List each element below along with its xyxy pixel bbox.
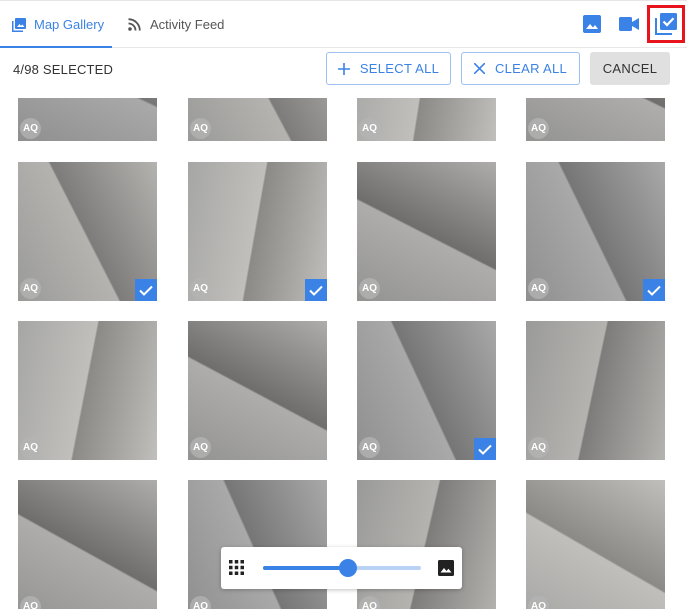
photo-thumbnail [526, 321, 665, 460]
photo-tile[interactable]: AQ [188, 162, 327, 301]
plus-icon [337, 62, 350, 75]
photo-tile[interactable]: AQ [357, 480, 496, 609]
tab-activity-feed-label: Activity Feed [150, 17, 225, 32]
photo-thumbnail [18, 480, 157, 609]
top-bar: Map Gallery Activity Feed [0, 0, 687, 48]
selection-count: 4/98 SELECTED [13, 62, 114, 77]
tab-map-gallery-label: Map Gallery [34, 17, 105, 32]
zoom-slider-handle[interactable] [339, 559, 358, 577]
photo-tile[interactable]: AQ [188, 98, 327, 141]
select-mode-icon [655, 13, 677, 35]
photo-tile[interactable]: AQ [18, 480, 157, 609]
zoom-slider-fill [263, 566, 349, 570]
tab-activity-feed[interactable]: Activity Feed [128, 1, 224, 48]
photo-library-icon [12, 17, 26, 32]
photo-tile[interactable]: AQ [357, 321, 496, 460]
photo-thumbnail [357, 162, 496, 301]
aq-badge: AQ [528, 278, 549, 299]
photo-tile[interactable]: AQ [526, 98, 665, 141]
photo-thumbnail [188, 480, 327, 609]
selected-check-icon [474, 438, 496, 460]
aq-badge: AQ [190, 278, 211, 299]
aq-badge: AQ [359, 118, 380, 139]
zoom-slider[interactable] [263, 559, 421, 577]
aq-badge: AQ [20, 278, 41, 299]
photo-tile[interactable]: AQ [357, 98, 496, 141]
photo-thumbnail [526, 480, 665, 609]
tab-map-gallery[interactable]: Map Gallery [12, 1, 104, 48]
video-filter-button[interactable] [618, 13, 640, 35]
aq-badge: AQ [20, 118, 41, 139]
close-icon [473, 63, 485, 74]
rss-feed-icon [128, 17, 142, 32]
select-mode-button[interactable] [647, 5, 685, 43]
active-tab-indicator [0, 46, 112, 48]
selected-check-icon [643, 279, 665, 301]
aq-badge: AQ [190, 118, 211, 139]
photo-thumbnail [188, 321, 327, 460]
large-image-icon[interactable] [438, 560, 454, 581]
clear-all-label: CLEAR ALL [494, 61, 568, 76]
photo-tile[interactable]: AQ [18, 162, 157, 301]
photo-tile[interactable]: AQ [18, 321, 157, 460]
aq-badge: AQ [20, 437, 41, 458]
photo-tile[interactable]: AQ [526, 480, 665, 609]
photo-tile[interactable]: AQ [188, 480, 327, 609]
selected-check-icon [305, 279, 327, 301]
image-filter-button[interactable] [581, 13, 603, 35]
photo-tile[interactable]: AQ [357, 162, 496, 301]
aq-badge: AQ [359, 278, 380, 299]
photo-tile[interactable]: AQ [188, 321, 327, 460]
photo-tile[interactable]: AQ [526, 321, 665, 460]
photo-grid: AQ AQ AQ AQ AQ AQ AQ AQ AQ AQ AQ AQ AQ AQ AQ AQ [0, 98, 687, 609]
cancel-button[interactable]: CANCEL [590, 52, 670, 85]
select-all-button[interactable]: SELECT ALL [326, 52, 451, 85]
photo-tile[interactable]: AQ [18, 98, 157, 141]
photo-tile[interactable]: AQ [526, 162, 665, 301]
thumbnail-size-control [221, 547, 462, 589]
clear-all-button[interactable]: CLEAR ALL [461, 52, 580, 85]
photo-thumbnail [18, 321, 157, 460]
photo-thumbnail [357, 480, 496, 609]
selected-check-icon [135, 279, 157, 301]
video-camera-icon [619, 17, 639, 31]
image-icon [583, 15, 601, 33]
aq-badge: AQ [359, 437, 380, 458]
aq-badge: AQ [528, 118, 549, 139]
aq-badge: AQ [528, 437, 549, 458]
aq-badge: AQ [190, 437, 211, 458]
grid-view-icon[interactable] [229, 560, 244, 580]
select-all-label: SELECT ALL [359, 61, 440, 76]
